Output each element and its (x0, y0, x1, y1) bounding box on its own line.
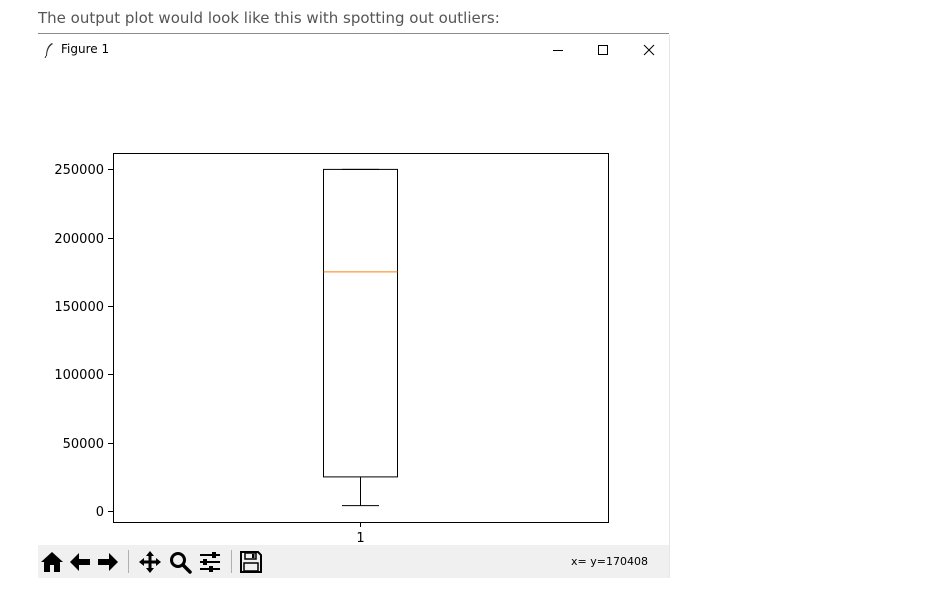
figure-canvas[interactable]: 0 50000 100000 150000 200000 250000 1 (38, 65, 669, 546)
save-icon (240, 551, 262, 573)
pan-button[interactable] (136, 548, 164, 576)
coordinate-readout: x= y=170408 (571, 555, 648, 568)
maximize-icon (598, 45, 608, 55)
zoom-icon (170, 552, 192, 574)
home-icon (41, 552, 63, 572)
save-button[interactable] (237, 548, 265, 576)
feather-icon (44, 43, 53, 58)
zoom-button[interactable] (166, 548, 194, 576)
box-iqr (323, 168, 398, 478)
toolbar-separator (128, 550, 129, 573)
forward-button[interactable] (94, 548, 122, 576)
boxplot-chart: 0 50000 100000 150000 200000 250000 1 (54, 153, 609, 546)
axes-frame (113, 153, 609, 523)
minimize-button[interactable] (535, 35, 581, 65)
caption-divider (38, 33, 669, 34)
y-tick-label: 0 (96, 505, 104, 520)
minimize-icon (553, 50, 563, 51)
home-button[interactable] (38, 548, 66, 576)
configure-subplots-button[interactable] (196, 548, 224, 576)
toolbar-separator (231, 550, 232, 573)
y-tick-label: 100000 (54, 368, 104, 383)
y-tick-label: 50000 (63, 437, 104, 452)
configure-subplots-icon (200, 552, 220, 572)
title-bar[interactable]: Figure 1 (38, 35, 669, 65)
forward-arrow-icon (98, 553, 118, 571)
y-tick-label: 200000 (54, 232, 104, 247)
close-icon (643, 44, 655, 56)
maximize-button[interactable] (580, 35, 626, 65)
figure-window: Figure 1 0 50000 100000 150000 200000 250000 1 (38, 35, 670, 578)
back-arrow-icon (70, 553, 90, 571)
back-button[interactable] (66, 548, 94, 576)
x-tick-label: 1 (356, 531, 364, 545)
pan-icon (139, 551, 161, 573)
close-button[interactable] (626, 35, 672, 65)
window-title: Figure 1 (61, 42, 110, 56)
y-tick-label: 150000 (54, 300, 104, 315)
page-caption: The output plot would look like this wit… (38, 9, 500, 27)
navigation-toolbar: x= y=170408 (38, 545, 669, 578)
y-tick-label: 250000 (54, 163, 104, 178)
